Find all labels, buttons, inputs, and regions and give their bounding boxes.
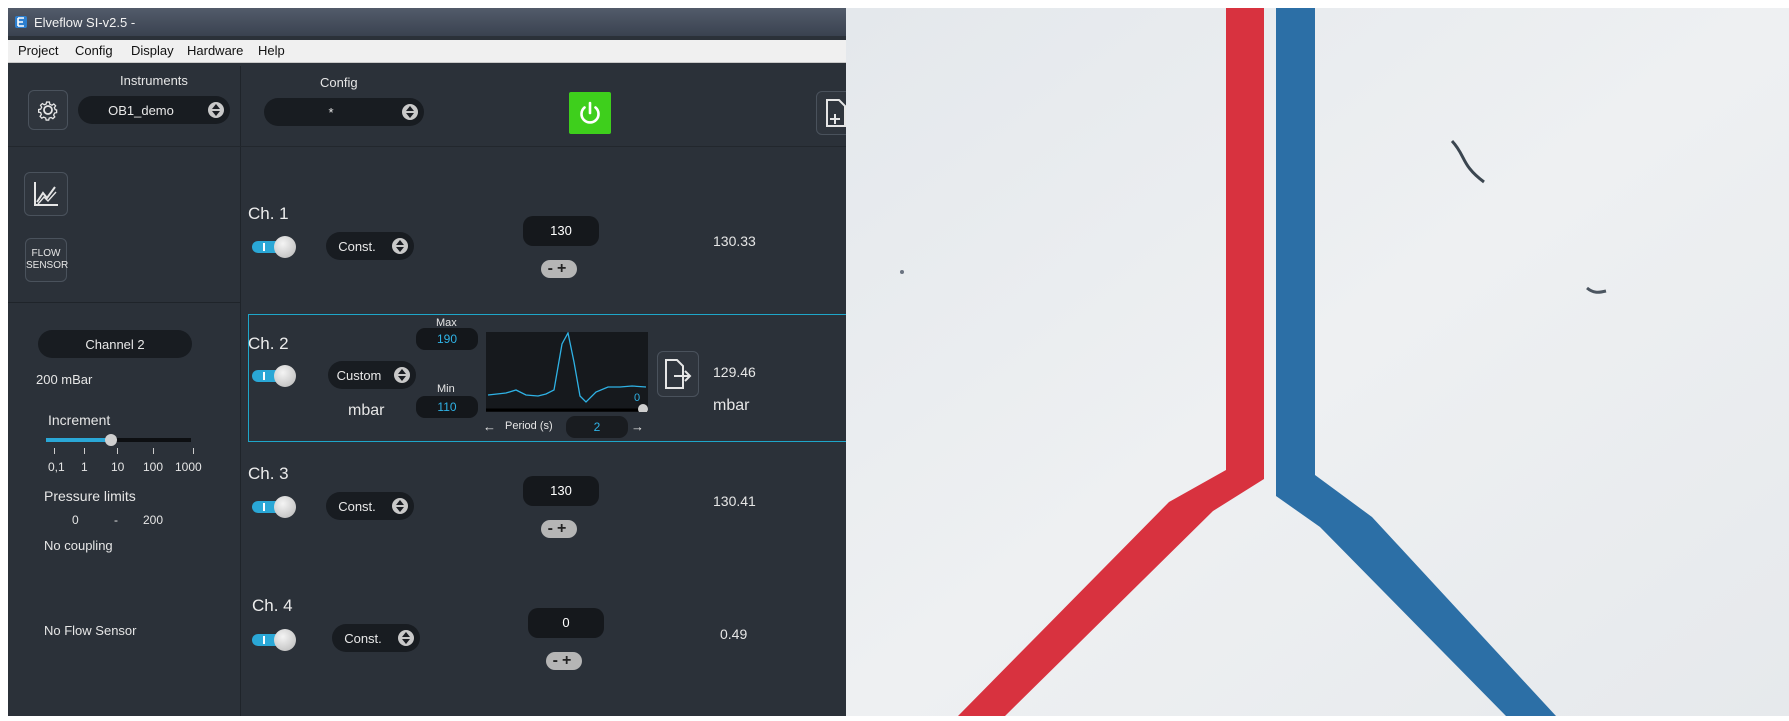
channel-3-stepper[interactable]: -+ [541, 520, 577, 538]
increment-slider[interactable] [46, 433, 191, 447]
custom-profile-graph[interactable]: 0 [486, 331, 648, 414]
channel-4-mode: Const. [344, 631, 382, 646]
coupling-status: No coupling [44, 538, 113, 553]
window-title: Elveflow SI-v2.5 - [34, 15, 136, 30]
pressure-limit-max[interactable]: 200 [143, 513, 163, 527]
channel-1-mode-select[interactable]: Const. [326, 232, 414, 260]
max-value-input[interactable]: 190 [416, 328, 478, 350]
channel-2-label: Ch. 2 [248, 334, 289, 353]
channel-3-label: Ch. 3 [248, 464, 289, 483]
power-icon [580, 101, 600, 124]
config-select[interactable]: * [264, 98, 424, 126]
microfluidic-camera-view [846, 8, 1789, 716]
menu-display[interactable]: Display [131, 43, 174, 58]
profile-waveform [486, 331, 648, 414]
instrument-select[interactable]: OB1_demo [78, 96, 230, 124]
min-label: Min [437, 383, 455, 395]
menu-help[interactable]: Help [258, 43, 285, 58]
pressure-range: 200 mBar [36, 372, 93, 387]
channel-2-reading-unit: mbar [713, 397, 750, 414]
config-select-value: * [328, 105, 334, 120]
instruments-label: Instruments [120, 73, 188, 88]
load-profile-button[interactable] [657, 351, 699, 397]
flow-sensor-button[interactable]: FLOW SENSOR [25, 238, 69, 282]
channel-2-unit: mbar [348, 402, 385, 419]
camera-image [846, 8, 1789, 716]
app-window: Elveflow SI-v2.5 - Project Config Displa… [8, 8, 846, 716]
flow-sensor-label-line1: FLOW [31, 248, 61, 259]
channel-4-label: Ch. 4 [252, 596, 293, 615]
channel-1-label: Ch. 1 [248, 204, 289, 223]
select-arrows-icon [392, 498, 408, 514]
channel-1-setpoint-input[interactable]: 130 [523, 216, 599, 246]
top-toolbar: Instruments OB1_demo Config * [8, 66, 846, 147]
tick-label: 1000 [175, 460, 202, 474]
min-value-input[interactable]: 110 [416, 396, 478, 418]
tick-label: 0,1 [48, 460, 65, 474]
pressure-limits-label: Pressure limits [44, 488, 136, 504]
line-chart-icon [34, 182, 58, 206]
channel-4-toggle[interactable] [252, 629, 296, 651]
instrument-select-value: OB1_demo [108, 103, 174, 118]
channel-3-mode: Const. [338, 499, 376, 514]
settings-button[interactable] [28, 90, 68, 130]
channel-1-mode: Const. [338, 239, 376, 254]
menu-bar: Project Config Display Hardware Help [8, 40, 846, 63]
tick-label: 100 [143, 460, 164, 474]
channel-4-setpoint-input[interactable]: 0 [528, 608, 604, 638]
period-input[interactable]: 2 [566, 416, 628, 438]
flow-sensor-status: No Flow Sensor [44, 623, 137, 638]
slider-knob[interactable] [105, 434, 118, 446]
pressure-limit-min[interactable]: 0 [72, 513, 79, 527]
channel-2-toggle[interactable] [252, 365, 296, 387]
menu-config[interactable]: Config [75, 43, 113, 58]
select-arrows-icon [394, 367, 410, 383]
select-arrows-icon [208, 102, 224, 118]
channel-2-mode: Custom [336, 368, 382, 383]
app-logo-icon [15, 16, 27, 28]
select-arrows-icon [398, 630, 414, 646]
channel-1-reading: 130.33 [713, 233, 756, 249]
increment-label: Increment [48, 412, 111, 428]
gear-icon [37, 101, 58, 121]
sidebar-divider-horizontal [8, 302, 240, 303]
channel-2-mode-select[interactable]: Custom [328, 361, 416, 389]
channel-select-label: Channel 2 [85, 337, 145, 352]
channel-2-reading: 129.46 [713, 364, 756, 380]
file-add-icon [826, 99, 846, 127]
export-file-button[interactable] [816, 91, 846, 135]
channel-3-reading: 130.41 [713, 493, 756, 509]
tick-label: 1 [81, 460, 88, 474]
select-arrows-icon [402, 104, 418, 120]
channel-select-button[interactable]: Channel 2 [38, 330, 192, 358]
power-button[interactable] [569, 92, 611, 134]
channel-4-mode-select[interactable]: Const. [332, 624, 420, 652]
channel-3-mode-select[interactable]: Const. [326, 492, 414, 520]
increment-ticks: 0,1 1 10 100 1000 [48, 448, 208, 478]
channel-3-setpoint-input[interactable]: 130 [523, 476, 599, 506]
tick-label: 10 [111, 460, 125, 474]
left-arrow-icon: ← [483, 419, 496, 434]
slider-fill [46, 438, 112, 442]
file-export-icon [665, 359, 692, 389]
right-arrow-icon: → [631, 419, 644, 434]
menu-hardware[interactable]: Hardware [187, 43, 243, 58]
graph-zero-label: 0 [634, 392, 641, 404]
period-label: Period (s) [505, 420, 553, 432]
graph-view-button[interactable] [24, 172, 68, 216]
select-arrows-icon [392, 238, 408, 254]
channel-4-reading: 0.49 [720, 626, 748, 642]
channel-4-stepper[interactable]: -+ [546, 652, 582, 670]
channel-3-toggle[interactable] [252, 496, 296, 518]
pressure-limit-separator: - [114, 513, 118, 527]
config-label: Config [320, 75, 358, 90]
menu-project[interactable]: Project [18, 43, 58, 58]
channel-1-toggle[interactable] [252, 236, 296, 258]
channel-1-stepper[interactable]: -+ [541, 260, 577, 278]
title-bar: Elveflow SI-v2.5 - [8, 8, 846, 36]
toolbar-divider [240, 66, 241, 146]
flow-sensor-label-line2: SENSOR [26, 260, 69, 271]
sidebar-divider [240, 147, 241, 716]
